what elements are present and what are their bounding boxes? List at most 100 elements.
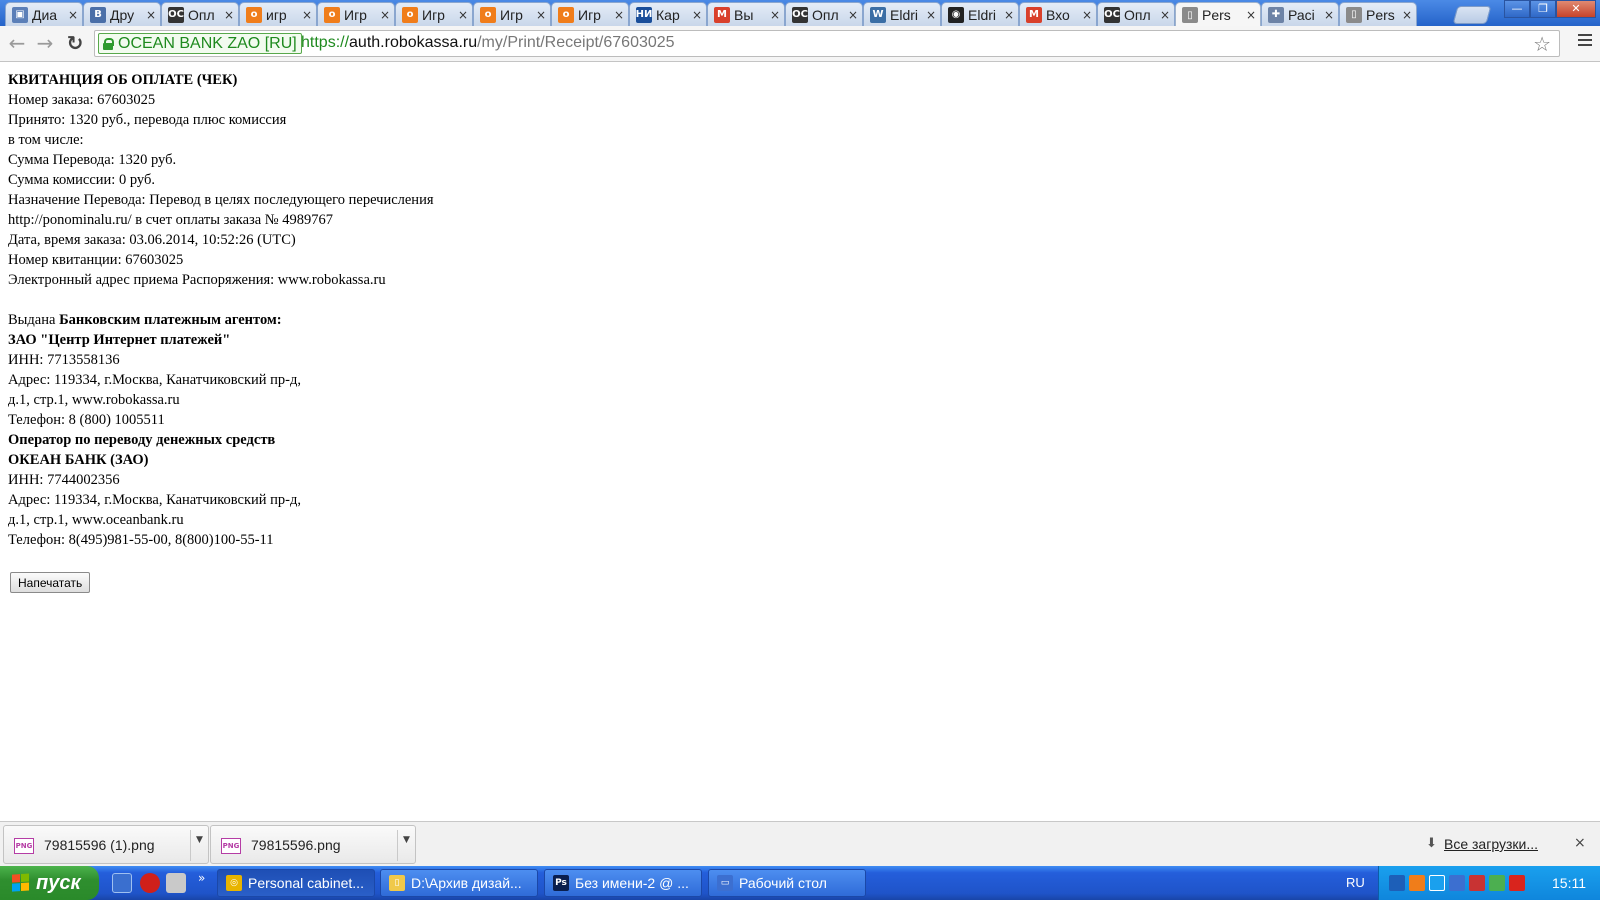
clock: 15:11 [1552, 875, 1586, 891]
tab-close-icon[interactable]: × [770, 8, 780, 22]
browser-tab[interactable]: о Игр × [551, 2, 629, 26]
tab-close-icon[interactable]: × [68, 8, 78, 22]
all-downloads-link[interactable]: Все загрузки... [1444, 836, 1538, 852]
browser-tab[interactable]: ОС Опл × [785, 2, 863, 26]
receipt-line-text: ИНН: 7713558136 [8, 352, 120, 368]
tab-close-icon[interactable]: × [614, 8, 624, 22]
taskbar-window-button[interactable]: Ps Без имени-2 @ ... [544, 869, 702, 897]
new-tab-button[interactable] [1452, 6, 1492, 24]
download-menu-arrow-icon[interactable]: ▼ [196, 835, 203, 845]
safely-remove-icon[interactable] [1489, 875, 1505, 891]
download-menu-arrow-icon[interactable]: ▼ [403, 835, 410, 845]
tab-title: Опл [812, 6, 839, 23]
tab-title: Eldri [890, 6, 919, 23]
browser-tab[interactable]: ▯ Pers × [1175, 2, 1261, 27]
browser-tab[interactable]: о игр × [239, 2, 317, 26]
receipt-line: Выдана Банковским платежным агентом: [8, 310, 434, 330]
back-button[interactable]: ← [4, 30, 30, 56]
url-text[interactable]: https://auth.robokassa.ru/my/Print/Recei… [301, 34, 675, 52]
browser-tab[interactable]: B Дру × [83, 2, 161, 26]
tab-close-icon[interactable]: × [536, 8, 546, 22]
tab-strip: ▣ Диа × B Дру × ОС Опл × о игр × о Игр × о Игр × о Игр × о Игр… [0, 0, 1600, 27]
show-desktop-icon[interactable] [112, 873, 132, 893]
tab-favicon-icon: о [558, 6, 574, 23]
tab-title: Игр [344, 6, 367, 23]
volume-muted-icon[interactable] [1469, 875, 1485, 891]
close-shelf-button[interactable]: × [1574, 835, 1586, 851]
tab-close-icon[interactable]: × [1246, 8, 1256, 22]
browser-menu-icon[interactable] [1578, 34, 1592, 46]
maximize-button[interactable]: ❐ [1530, 0, 1556, 18]
browser-tab[interactable]: W Eldri × [863, 2, 941, 26]
receipt-line-text: Назначение Перевода: Перевод в целях пос… [8, 192, 434, 208]
tab-title: Опл [188, 6, 215, 23]
taskbar-window-button[interactable]: ▭ Рабочий стол [708, 869, 866, 897]
receipt-line: Номер квитанции: 67603025 [8, 250, 434, 270]
tab-title: игр [266, 6, 287, 23]
download-item[interactable]: PNG 79815596 (1).png ▼ [3, 825, 209, 864]
tab-close-icon[interactable]: × [1082, 8, 1092, 22]
start-label: пуск [36, 871, 81, 894]
start-button[interactable]: пуск [0, 866, 99, 900]
receipt-line-text: Оператор по переводу денежных средств [8, 432, 276, 448]
taskbar-window-label: Personal cabinet... [248, 875, 364, 891]
browser-tab[interactable]: ОС Опл × [161, 2, 239, 26]
receipt-line: Электронный адрес приема Распоряжения: w… [8, 270, 434, 290]
tab-close-icon[interactable]: × [1402, 8, 1412, 22]
browser-tab[interactable]: M Вы × [707, 2, 785, 26]
browser-tab[interactable]: о Игр × [395, 2, 473, 26]
taskbar-app-icon: ▯ [389, 875, 405, 891]
tab-close-icon[interactable]: × [380, 8, 390, 22]
tab-close-icon[interactable]: × [1004, 8, 1014, 22]
browser-tab[interactable]: ◉ Eldri × [941, 2, 1019, 26]
tab-title: Игр [500, 6, 523, 23]
receipt-line-text: ЗАО "Центр Интернет платежей" [8, 332, 231, 348]
print-button[interactable]: Напечатать [10, 572, 91, 593]
browser-tab[interactable]: о Игр × [317, 2, 395, 26]
tab-close-icon[interactable]: × [458, 8, 468, 22]
ev-certificate-badge[interactable]: OCEAN BANK ZAO [RU] [98, 33, 302, 54]
tab-favicon-icon: ▯ [1182, 7, 1198, 23]
tab-close-icon[interactable]: × [1324, 8, 1334, 22]
browser-tab[interactable]: ОС Опл × [1097, 2, 1175, 26]
network-icon[interactable] [1449, 875, 1465, 891]
notification-bell-icon[interactable] [1389, 875, 1405, 891]
bookmark-star-icon[interactable]: ☆ [1533, 32, 1551, 56]
tab-close-icon[interactable]: × [146, 8, 156, 22]
browser-tab[interactable]: о Игр × [473, 2, 551, 26]
java-icon[interactable] [1409, 875, 1425, 891]
tab-close-icon[interactable]: × [926, 8, 936, 22]
receipt-line: Номер заказа: 67603025 [8, 90, 434, 110]
forward-button[interactable]: → [32, 30, 58, 56]
download-item[interactable]: PNG 79815596.png ▼ [210, 825, 416, 864]
tab-close-icon[interactable]: × [224, 8, 234, 22]
receipt-line: Телефон: 8(495)981-55-00, 8(800)100-55-1… [8, 530, 434, 550]
tab-close-icon[interactable]: × [692, 8, 702, 22]
tab-favicon-icon: W [870, 6, 886, 23]
address-bar[interactable]: OCEAN BANK ZAO [RU] https://auth.robokas… [94, 30, 1560, 57]
tab-title: Игр [422, 6, 445, 23]
browser-tab[interactable]: НИ Кар × [629, 2, 707, 26]
tab-title: Pers [1202, 7, 1231, 23]
taskbar-window-button[interactable]: ◎ Personal cabinet... [217, 869, 375, 897]
utility-icon[interactable] [166, 873, 186, 893]
antivirus-icon[interactable] [1509, 875, 1525, 891]
tab-title: Расі [1288, 6, 1315, 23]
tab-close-icon[interactable]: × [848, 8, 858, 22]
taskbar-window-button[interactable]: ▯ D:\Архив дизай... [380, 869, 538, 897]
tab-close-icon[interactable]: × [1160, 8, 1170, 22]
reload-button[interactable]: ↻ [62, 30, 88, 56]
receipt-line-text: Принято: 1320 руб., перевода плюс комисс… [8, 112, 287, 128]
browser-tab[interactable]: ✚ Расі × [1261, 2, 1339, 26]
skype-icon[interactable] [1429, 875, 1445, 891]
quicklaunch-more-icon[interactable]: » [198, 871, 205, 885]
opera-icon[interactable] [140, 873, 160, 893]
tab-close-icon[interactable]: × [302, 8, 312, 22]
browser-tab[interactable]: M Вхо × [1019, 2, 1097, 26]
browser-tab[interactable]: ▯ Pers × [1339, 2, 1417, 26]
browser-tab[interactable]: ▣ Диа × [5, 2, 83, 26]
minimize-button[interactable]: — [1504, 0, 1530, 18]
tab-title: Eldri [968, 6, 997, 23]
language-indicator[interactable]: RU [1346, 875, 1365, 890]
close-window-button[interactable]: ✕ [1556, 0, 1596, 18]
